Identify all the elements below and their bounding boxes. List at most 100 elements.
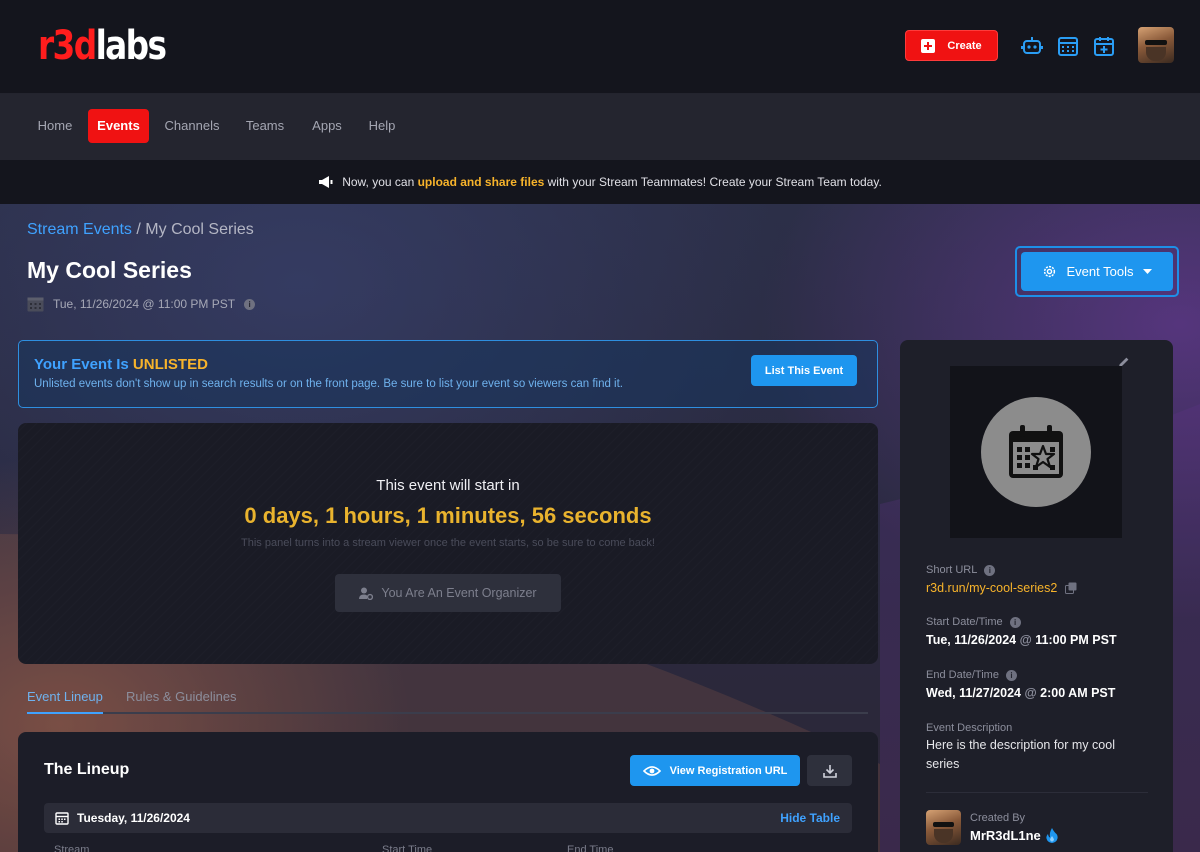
event-tools-label: Event Tools <box>1066 264 1134 279</box>
download-button[interactable] <box>807 755 852 786</box>
view-registration-url-label: View Registration URL <box>669 764 788 777</box>
nav-item-teams[interactable]: Teams <box>236 109 294 143</box>
column-header-end-time[interactable]: End Time <box>567 844 613 852</box>
tab-rules-guidelines[interactable]: Rules & Guidelines <box>126 689 237 704</box>
chevron-down-icon <box>1143 268 1153 274</box>
event-image-placeholder <box>981 397 1091 507</box>
breadcrumb-link-stream-events[interactable]: Stream Events <box>27 221 132 238</box>
start-datetime-label: Start Date/Time i <box>926 616 1021 628</box>
calendar-add-icon[interactable] <box>1093 35 1115 57</box>
event-organizer-button[interactable]: You Are An Event Organizer <box>335 574 561 612</box>
unlisted-title: Your Event Is UNLISTED <box>34 356 208 373</box>
short-url-value: r3d.run/my-cool-series2 <box>926 581 1077 595</box>
creator-avatar-beard <box>934 829 953 843</box>
sidebar-divider <box>926 792 1148 793</box>
info-icon[interactable]: i <box>984 564 996 576</box>
tab-event-lineup[interactable]: Event Lineup <box>27 689 103 704</box>
end-datetime-label: End Date/Time i <box>926 669 1017 681</box>
unlisted-status: UNLISTED <box>132 356 208 373</box>
top-bar: r3d labs Create <box>0 0 1200 94</box>
list-this-event-button[interactable]: List This Event <box>751 355 857 386</box>
start-datetime-value: Tue, 11/26/2024 @ 11:00 PM PST <box>926 633 1117 647</box>
column-header-start-time[interactable]: Start Time <box>382 844 432 852</box>
gear-icon <box>1043 265 1055 278</box>
lineup-day-label: Tuesday, 11/26/2024 <box>77 811 190 825</box>
view-registration-url-button[interactable]: View Registration URL <box>630 755 800 786</box>
creator-name: MrR3dL1ne <box>970 828 1058 843</box>
main-nav: Home Events Channels Teams Apps Help <box>0 94 1200 160</box>
announcement-suffix: with your Stream Teammates! Create your … <box>547 175 882 189</box>
start-at-symbol: @ <box>1019 633 1032 647</box>
column-header-stream[interactable]: Stream <box>54 844 89 852</box>
event-description-text: Here is the description for my cool seri… <box>926 738 1115 771</box>
avatar-beard <box>1146 47 1166 61</box>
breadcrumb-separator: / <box>136 221 141 238</box>
create-button-label: Create <box>947 39 982 52</box>
start-datetime-label-text: Start Date/Time <box>926 616 1003 628</box>
nav-item-home[interactable]: Home <box>27 109 83 143</box>
lineup-card: The Lineup View Registration URL Tuesday… <box>18 732 878 852</box>
countdown-label: This event will start in <box>376 477 520 494</box>
short-url-label-text: Short URL <box>926 564 978 576</box>
megaphone-icon <box>319 176 333 188</box>
event-organizer-label: You Are An Event Organizer <box>381 586 537 600</box>
event-description-label: Event Description <box>926 722 1013 734</box>
page-title: My Cool Series <box>27 257 192 283</box>
calendar-icon <box>55 812 69 825</box>
avatar-glasses <box>1145 40 1167 45</box>
logo-red-text: r3d <box>38 23 97 69</box>
nav-item-apps[interactable]: Apps <box>302 109 352 143</box>
logo[interactable]: r3d labs <box>38 23 167 69</box>
logo-white-text: labs <box>95 23 167 69</box>
calendar-icon <box>27 297 44 312</box>
unlisted-description: Unlisted events don't show up in search … <box>34 378 624 390</box>
nav-item-events[interactable]: Events <box>88 109 149 143</box>
eye-icon <box>642 765 661 776</box>
end-at-symbol: @ <box>1024 686 1037 700</box>
calendar-star-icon <box>1009 425 1063 478</box>
end-time: 2:00 AM PST <box>1040 686 1116 700</box>
nav-item-channels[interactable]: Channels <box>155 109 229 143</box>
hide-table-link[interactable]: Hide Table <box>780 811 840 825</box>
countdown-value: 0 days, 1 hours, 1 minutes, 56 seconds <box>244 503 652 528</box>
end-datetime-value: Wed, 11/27/2024 @ 2:00 AM PST <box>926 686 1115 700</box>
info-icon[interactable]: i <box>1005 669 1017 681</box>
calendar-grid-icon[interactable] <box>1057 35 1079 57</box>
event-tools-button[interactable]: Event Tools <box>1021 252 1173 291</box>
announcement-prefix: Now, you can <box>342 175 415 189</box>
breadcrumb: Stream Events / My Cool Series <box>27 221 254 239</box>
end-date: Wed, 11/27/2024 <box>926 686 1021 700</box>
created-by-label: Created By <box>970 812 1026 824</box>
breadcrumb-current: My Cool Series <box>145 221 254 238</box>
event-image <box>950 366 1122 538</box>
start-time: 11:00 PM PST <box>1035 633 1117 647</box>
countdown-panel: This event will start in 0 days, 1 hours… <box>18 423 878 664</box>
info-icon[interactable]: i <box>244 298 256 310</box>
countdown-note: This panel turns into a stream viewer on… <box>241 537 655 549</box>
announcement-bar: Now, you can upload and share files with… <box>0 160 1200 204</box>
copy-icon[interactable] <box>1065 582 1077 594</box>
flame-icon <box>1046 828 1058 843</box>
unlisted-alert: Your Event Is UNLISTED Unlisted events d… <box>18 340 878 408</box>
nav-item-help[interactable]: Help <box>359 109 405 143</box>
start-date: Tue, 11/26/2024 <box>926 633 1017 647</box>
page-date: Tue, 11/26/2024 @ 11:00 PM PST i <box>27 296 256 312</box>
page-date-text: Tue, 11/26/2024 @ 11:00 PM PST <box>53 297 236 311</box>
user-gear-icon <box>359 587 374 600</box>
create-button[interactable]: Create <box>905 30 998 61</box>
user-avatar[interactable] <box>1138 27 1174 63</box>
download-icon <box>822 764 837 778</box>
tab-divider <box>27 712 868 714</box>
announcement-highlight-link[interactable]: upload and share files <box>418 175 545 189</box>
event-details-sidebar: Short URL i r3d.run/my-cool-series2 Star… <box>900 340 1173 852</box>
robot-icon[interactable] <box>1021 35 1043 57</box>
lineup-day-row: Tuesday, 11/26/2024 Hide Table <box>44 803 852 833</box>
info-icon[interactable]: i <box>1009 616 1021 628</box>
short-url-link[interactable]: r3d.run/my-cool-series2 <box>926 581 1057 595</box>
short-url-label: Short URL i <box>926 564 996 576</box>
tab-active-indicator <box>27 712 103 714</box>
creator-avatar-glasses <box>933 822 954 827</box>
creator-avatar[interactable] <box>926 810 961 845</box>
unlisted-title-prefix: Your Event Is <box>34 356 129 373</box>
creator-name-text[interactable]: MrR3dL1ne <box>970 828 1041 843</box>
